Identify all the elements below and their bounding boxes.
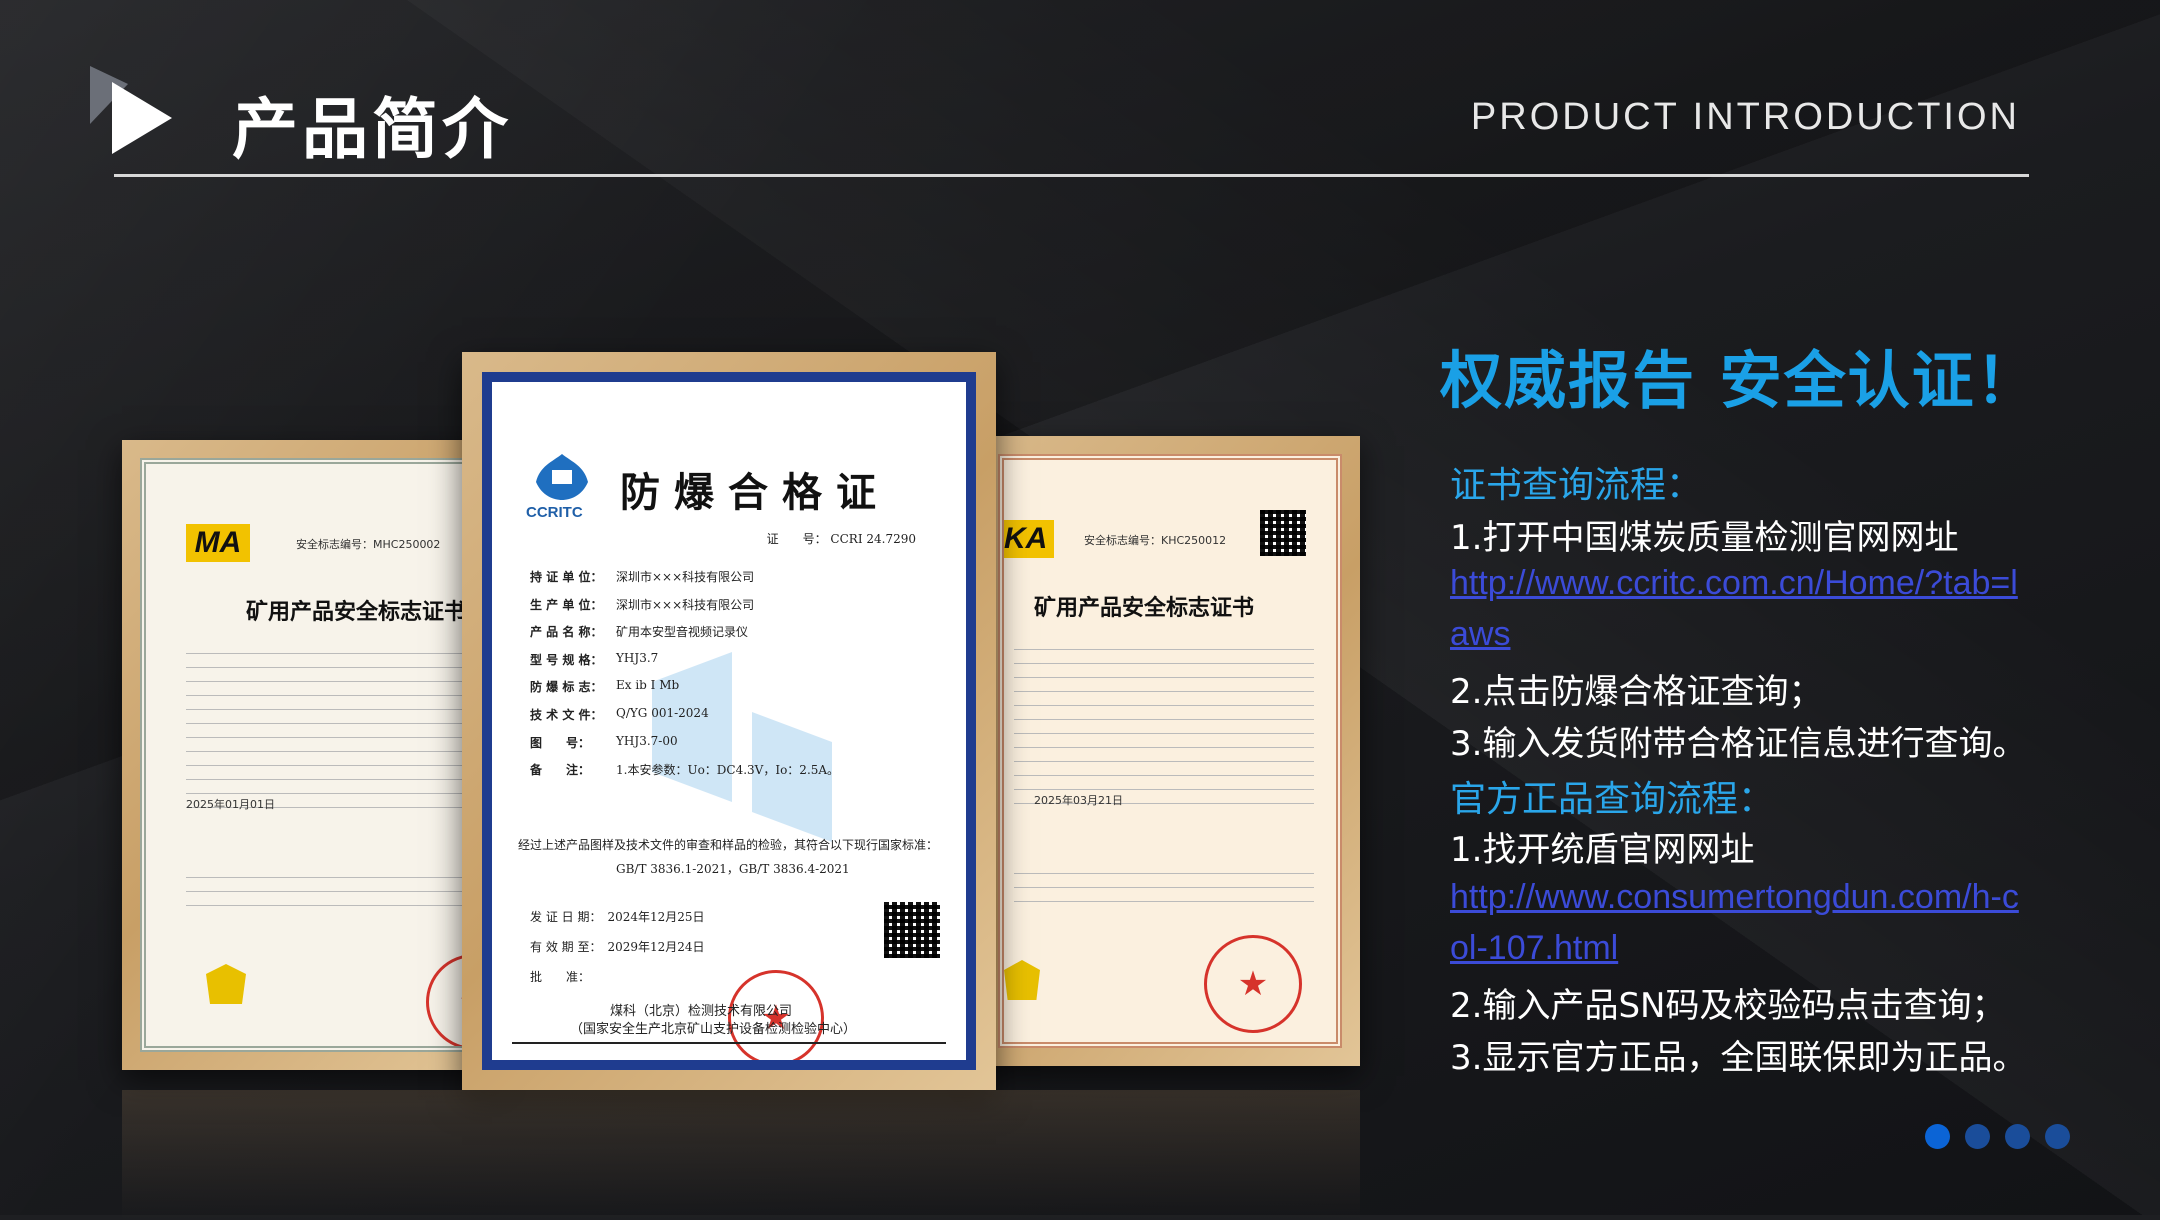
right-cert-title: 矿用产品安全标志证书 (1034, 595, 1255, 621)
center-cert-org: 煤科（北京）检测技术有限公司 (610, 1004, 793, 1019)
pagination-dot[interactable] (2045, 1124, 2070, 1149)
ka-logo: KA (1004, 520, 1054, 558)
left-cert-fields (186, 640, 468, 821)
center-cert-fields: 持 证 单 位： 深圳市×××科技有限公司 生 产 单 位： 深圳市×××科技有限公… (530, 570, 840, 778)
center-cert-org-sub: （国家安全生产北京矿山支护设备检测检验中心） (570, 1022, 857, 1037)
step-item: 2.点击防爆合格证查询； (1450, 672, 1823, 712)
left-cert-title: 矿用产品安全标志证书 (246, 599, 467, 625)
left-cert-notes (186, 864, 468, 919)
left-cert-date: 2025年01月01日 (186, 798, 275, 811)
center-certificate-paper: CCRITC 防爆合格证 证 号： CCRI 24.7290 持 证 单 位：深… (482, 372, 976, 1070)
step-item: 2.输入产品SN码及校验码点击查询； (1450, 986, 2006, 1026)
right-cert-mark-no: 安全标志编号：KHC250012 (1084, 534, 1227, 547)
pagination-dot[interactable] (1925, 1124, 1950, 1149)
center-cert-title: 防爆合格证 (620, 469, 890, 516)
right-certificate: KA 安全标志编号：KHC250012 矿用产品安全标志证书 2025年03月2… (980, 436, 1360, 1066)
step-item: 1.打开中国煤炭质量检测官网网址 (1450, 518, 1959, 558)
certificate-reflection (122, 1090, 1360, 1220)
pagination-dot[interactable] (1965, 1124, 1990, 1149)
header-divider (114, 174, 2029, 177)
shield-emblem (206, 964, 246, 1004)
ccritc-logo-text: CCRITC (526, 504, 583, 521)
ccritc-link[interactable]: http://www.ccritc.com.cn/Home/?tab=laws (1450, 558, 2020, 660)
right-cert-fields (1014, 636, 1314, 817)
tongdun-link[interactable]: http://www.consumertongdun.com/h-col-107… (1450, 872, 2020, 974)
ccritc-logo-icon (536, 454, 588, 500)
pagination-dot[interactable] (2005, 1124, 2030, 1149)
center-certificate: CCRITC 防爆合格证 证 号： CCRI 24.7290 持 证 单 位：深… (462, 352, 996, 1090)
page-title: 产品简介 (232, 91, 512, 168)
page-subtitle: PRODUCT INTRODUCTION (1470, 96, 2020, 138)
right-cert-date: 2025年03月21日 (1034, 794, 1123, 807)
step-item: 3.显示官方正品，全国联保即为正品。 (1450, 1038, 2027, 1078)
step-item: 3.输入发货附带合格证信息进行查询。 (1450, 724, 2027, 764)
pagination (1925, 1124, 2070, 1149)
headline: 权威报告 安全认证！ (1440, 344, 2040, 417)
section-genuine-query: 官方正品查询流程： (1450, 779, 1775, 820)
left-certificate: MA 安全标志编号：MHC250002 矿用产品安全标志证书 2025年01月0… (122, 440, 492, 1070)
qr-code (1260, 510, 1306, 556)
center-cert-valid-date: 有 效 期 至： 2029年12月24日 (530, 940, 705, 954)
shield-emblem (1004, 960, 1040, 1000)
step-item: 1.找开统盾官网网址 (1450, 830, 1755, 870)
play-icon (90, 66, 172, 154)
center-cert-footer-line (512, 1042, 946, 1044)
center-cert-number: 证 号： CCRI 24.7290 (766, 532, 916, 546)
center-cert-issue-date: 发 证 日 期： 2024年12月25日 (530, 910, 705, 924)
left-certificate-paper: MA 安全标志编号：MHC250002 矿用产品安全标志证书 2025年01月0… (140, 458, 474, 1052)
center-cert-standards: GB/T 3836.1-2021，GB/T 3836.4-2021 (616, 862, 850, 876)
ma-logo: MA (186, 524, 250, 562)
section-cert-query: 证书查询流程： (1450, 465, 1703, 506)
red-seal: ★ (1204, 935, 1302, 1033)
center-cert-conclusion: 经过上述产品图样及技术文件的审查和样品的检验，其符合以下现行国家标准： (518, 838, 939, 852)
right-cert-notes (1014, 860, 1314, 915)
left-cert-mark-no: 安全标志编号：MHC250002 (296, 538, 441, 551)
center-cert-approve: 批 准： (530, 970, 591, 984)
right-certificate-paper: KA 安全标志编号：KHC250012 矿用产品安全标志证书 2025年03月2… (998, 454, 1342, 1048)
qr-code (884, 902, 940, 958)
